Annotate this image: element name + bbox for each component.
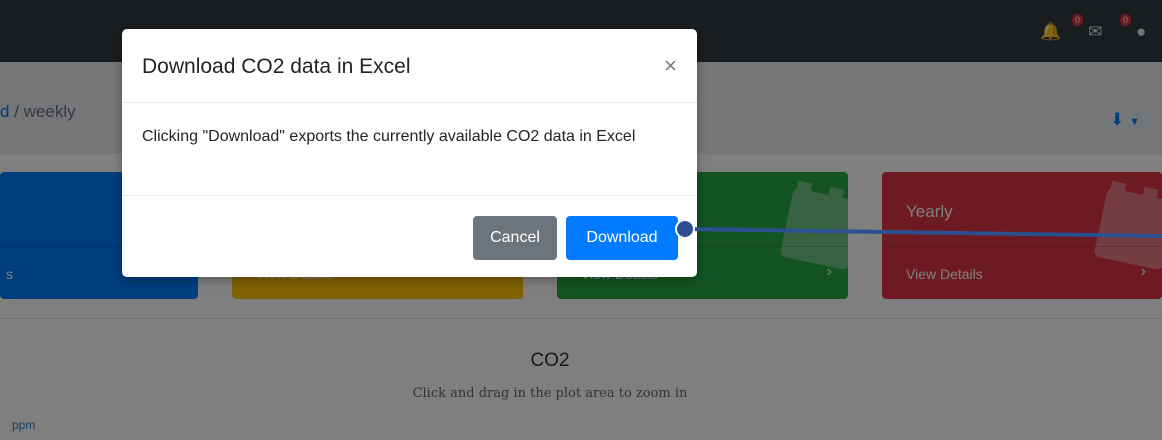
cancel-button[interactable]: Cancel	[473, 216, 557, 260]
modal-title: Download CO2 data in Excel	[142, 55, 411, 78]
download-modal: Download CO2 data in Excel × Clicking "D…	[122, 29, 697, 277]
modal-footer: Cancel Download	[122, 195, 697, 278]
modal-body-text: Clicking "Download" exports the currentl…	[142, 128, 636, 145]
modal-header: Download CO2 data in Excel ×	[122, 29, 697, 103]
download-button[interactable]: Download	[566, 216, 678, 260]
close-icon[interactable]: ×	[664, 53, 677, 79]
